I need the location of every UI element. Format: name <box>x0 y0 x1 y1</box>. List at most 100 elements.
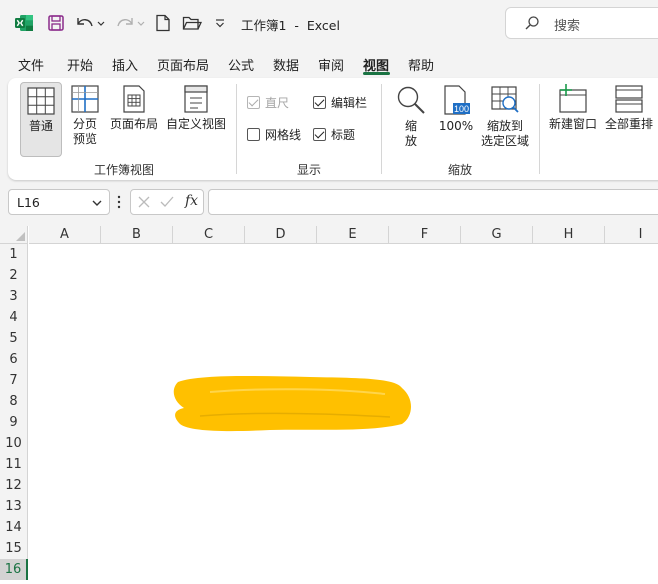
zoom-100-label: 100% <box>438 119 474 133</box>
tab-data[interactable]: 数据 <box>273 55 299 74</box>
row-header[interactable]: 16 <box>0 559 28 580</box>
page-break-preview-button[interactable]: 分页 预览 <box>66 84 104 156</box>
row-header[interactable]: 1 <box>0 244 28 265</box>
normal-view-label: 普通 <box>28 119 53 133</box>
group-separator <box>236 84 237 174</box>
row-header[interactable]: 7 <box>0 370 28 391</box>
new-window-icon <box>559 84 587 113</box>
new-file-icon[interactable] <box>154 12 172 34</box>
normal-view-icon <box>27 87 55 115</box>
tab-insert[interactable]: 插入 <box>112 55 138 74</box>
row-header[interactable]: 2 <box>0 265 28 286</box>
menu-bar: 文件 开始 插入 页面布局 公式 数据 审阅 视图 帮助 <box>0 46 658 76</box>
column-header[interactable]: A <box>29 226 101 244</box>
row-header[interactable]: 15 <box>0 538 28 559</box>
window-title: 工作簿1 - Excel <box>241 18 340 33</box>
custom-views-label: 自定义视图 <box>165 117 226 131</box>
row-header[interactable]: 8 <box>0 391 28 412</box>
select-all-triangle <box>16 232 25 241</box>
page-layout-view-label: 页面布局 <box>109 117 158 131</box>
enter-check-icon[interactable] <box>159 195 175 212</box>
zoom-100-icon-text: 100 <box>454 104 469 114</box>
page-break-preview-icon <box>71 85 99 113</box>
formula-input[interactable] <box>208 189 658 215</box>
tab-file[interactable]: 文件 <box>18 55 44 74</box>
redaction-mark <box>173 376 411 432</box>
zoom-group-label: 缩放 <box>448 163 473 177</box>
ruler-checkbox[interactable]: 直尺 <box>247 94 289 111</box>
row-header[interactable]: 14 <box>0 517 28 538</box>
column-header[interactable]: F <box>389 226 461 244</box>
show-group-label: 显示 <box>297 163 322 177</box>
redaction-fill <box>173 376 411 432</box>
row-header[interactable]: 10 <box>0 433 28 454</box>
formula-bar-check-box <box>313 96 326 109</box>
column-header[interactable]: D <box>245 226 317 244</box>
magnifier-icon <box>397 86 425 114</box>
zoom-to-selection-button[interactable]: 缩放到 选定区域 <box>478 84 532 156</box>
search-box[interactable]: 搜索 <box>505 7 658 39</box>
row-header[interactable]: 9 <box>0 412 28 433</box>
new-window-button[interactable]: 新建窗口 <box>546 84 600 156</box>
excel-logo-icon <box>14 13 34 33</box>
customize-quick-access-icon[interactable] <box>212 12 228 34</box>
ruler-label: 直尺 <box>265 96 290 110</box>
custom-views-button[interactable]: 自定义视图 <box>164 84 228 156</box>
tab-formulas[interactable]: 公式 <box>228 55 254 74</box>
arrange-all-button[interactable]: 全部重排 <box>602 84 656 156</box>
undo-icon[interactable] <box>74 12 108 34</box>
save-icon[interactable] <box>46 12 66 34</box>
column-header[interactable]: B <box>101 226 173 244</box>
column-header[interactable]: G <box>461 226 533 244</box>
more-options-icon[interactable] <box>116 194 122 213</box>
zoom-to-selection-label: 缩放到 选定区域 <box>480 119 529 148</box>
page-layout-view-button[interactable]: 页面布局 <box>106 84 162 156</box>
row-header[interactable]: 5 <box>0 328 28 349</box>
zoom-100-icon: 100 <box>444 85 470 115</box>
custom-views-icon <box>184 85 208 113</box>
column-header[interactable]: I <box>605 226 658 244</box>
name-box[interactable]: L16 <box>8 189 110 215</box>
cancel-icon[interactable] <box>137 195 151 212</box>
redo-icon[interactable] <box>114 12 148 34</box>
insert-function-button[interactable]: fx <box>185 193 198 209</box>
workbook-views-group-label: 工作簿视图 <box>94 163 155 177</box>
row-header[interactable]: 12 <box>0 475 28 496</box>
headings-label: 标题 <box>331 128 356 142</box>
ruler-check-box <box>247 96 260 109</box>
tab-page-layout[interactable]: 页面布局 <box>157 55 209 74</box>
search-icon <box>524 15 540 34</box>
page-break-preview-label: 分页 预览 <box>72 117 97 146</box>
formula-bar-label: 编辑栏 <box>331 96 368 110</box>
select-all-corner[interactable] <box>0 226 28 244</box>
headings-check-box <box>313 128 326 141</box>
open-folder-icon[interactable] <box>182 12 202 34</box>
group-separator <box>539 84 540 174</box>
arrange-all-label: 全部重排 <box>604 117 653 131</box>
row-header[interactable]: 3 <box>0 286 28 307</box>
active-tab-indicator <box>363 72 390 75</box>
zoom-100-button[interactable]: 100 100% <box>436 84 476 156</box>
row-header[interactable]: 6 <box>0 349 28 370</box>
tab-home[interactable]: 开始 <box>67 55 93 74</box>
row-header[interactable]: 4 <box>0 307 28 328</box>
search-placeholder: 搜索 <box>554 19 581 34</box>
gridlines-label: 网格线 <box>265 128 302 142</box>
headings-checkbox[interactable]: 标题 <box>313 126 355 143</box>
tab-review[interactable]: 审阅 <box>318 55 344 74</box>
chevron-down-icon[interactable] <box>91 197 103 212</box>
name-box-value: L16 <box>17 195 40 210</box>
column-header[interactable]: E <box>317 226 389 244</box>
row-header[interactable]: 13 <box>0 496 28 517</box>
group-separator <box>381 84 382 174</box>
column-header[interactable]: C <box>173 226 245 244</box>
column-header[interactable]: H <box>533 226 605 244</box>
gridlines-checkbox[interactable]: 网格线 <box>247 126 301 143</box>
zoom-button[interactable]: 缩放 <box>393 84 429 156</box>
tab-help[interactable]: 帮助 <box>408 55 434 74</box>
formula-bar-checkbox[interactable]: 编辑栏 <box>313 94 367 111</box>
normal-view-button[interactable]: 普通 <box>20 82 62 157</box>
gridlines-check-box <box>247 128 260 141</box>
new-window-label: 新建窗口 <box>548 117 597 131</box>
row-header[interactable]: 11 <box>0 454 28 475</box>
